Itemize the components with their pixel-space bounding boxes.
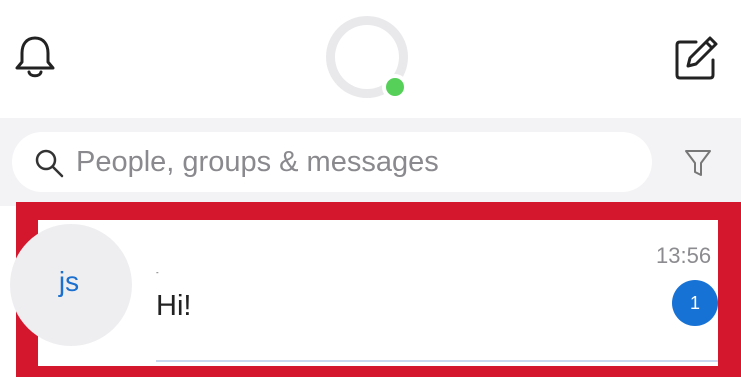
message-preview: Hi! [156, 290, 192, 322]
top-bar [0, 0, 741, 118]
contact-avatar: js [10, 224, 132, 346]
search-bar [0, 118, 741, 206]
profile-avatar-button[interactable] [326, 16, 408, 100]
conversation-title: - [156, 268, 159, 277]
conversation-row[interactable] [38, 220, 718, 366]
message-time: 13:56 [656, 243, 712, 268]
filter-icon[interactable] [684, 148, 712, 178]
presence-indicator [382, 74, 408, 100]
unread-badge: 1 [672, 280, 718, 326]
compose-icon[interactable] [672, 34, 720, 82]
row-divider [156, 360, 718, 362]
search-field[interactable] [12, 132, 652, 192]
search-icon [35, 149, 64, 178]
bell-icon[interactable] [14, 34, 56, 80]
search-input[interactable] [76, 144, 636, 180]
contact-initials: js [58, 266, 80, 297]
